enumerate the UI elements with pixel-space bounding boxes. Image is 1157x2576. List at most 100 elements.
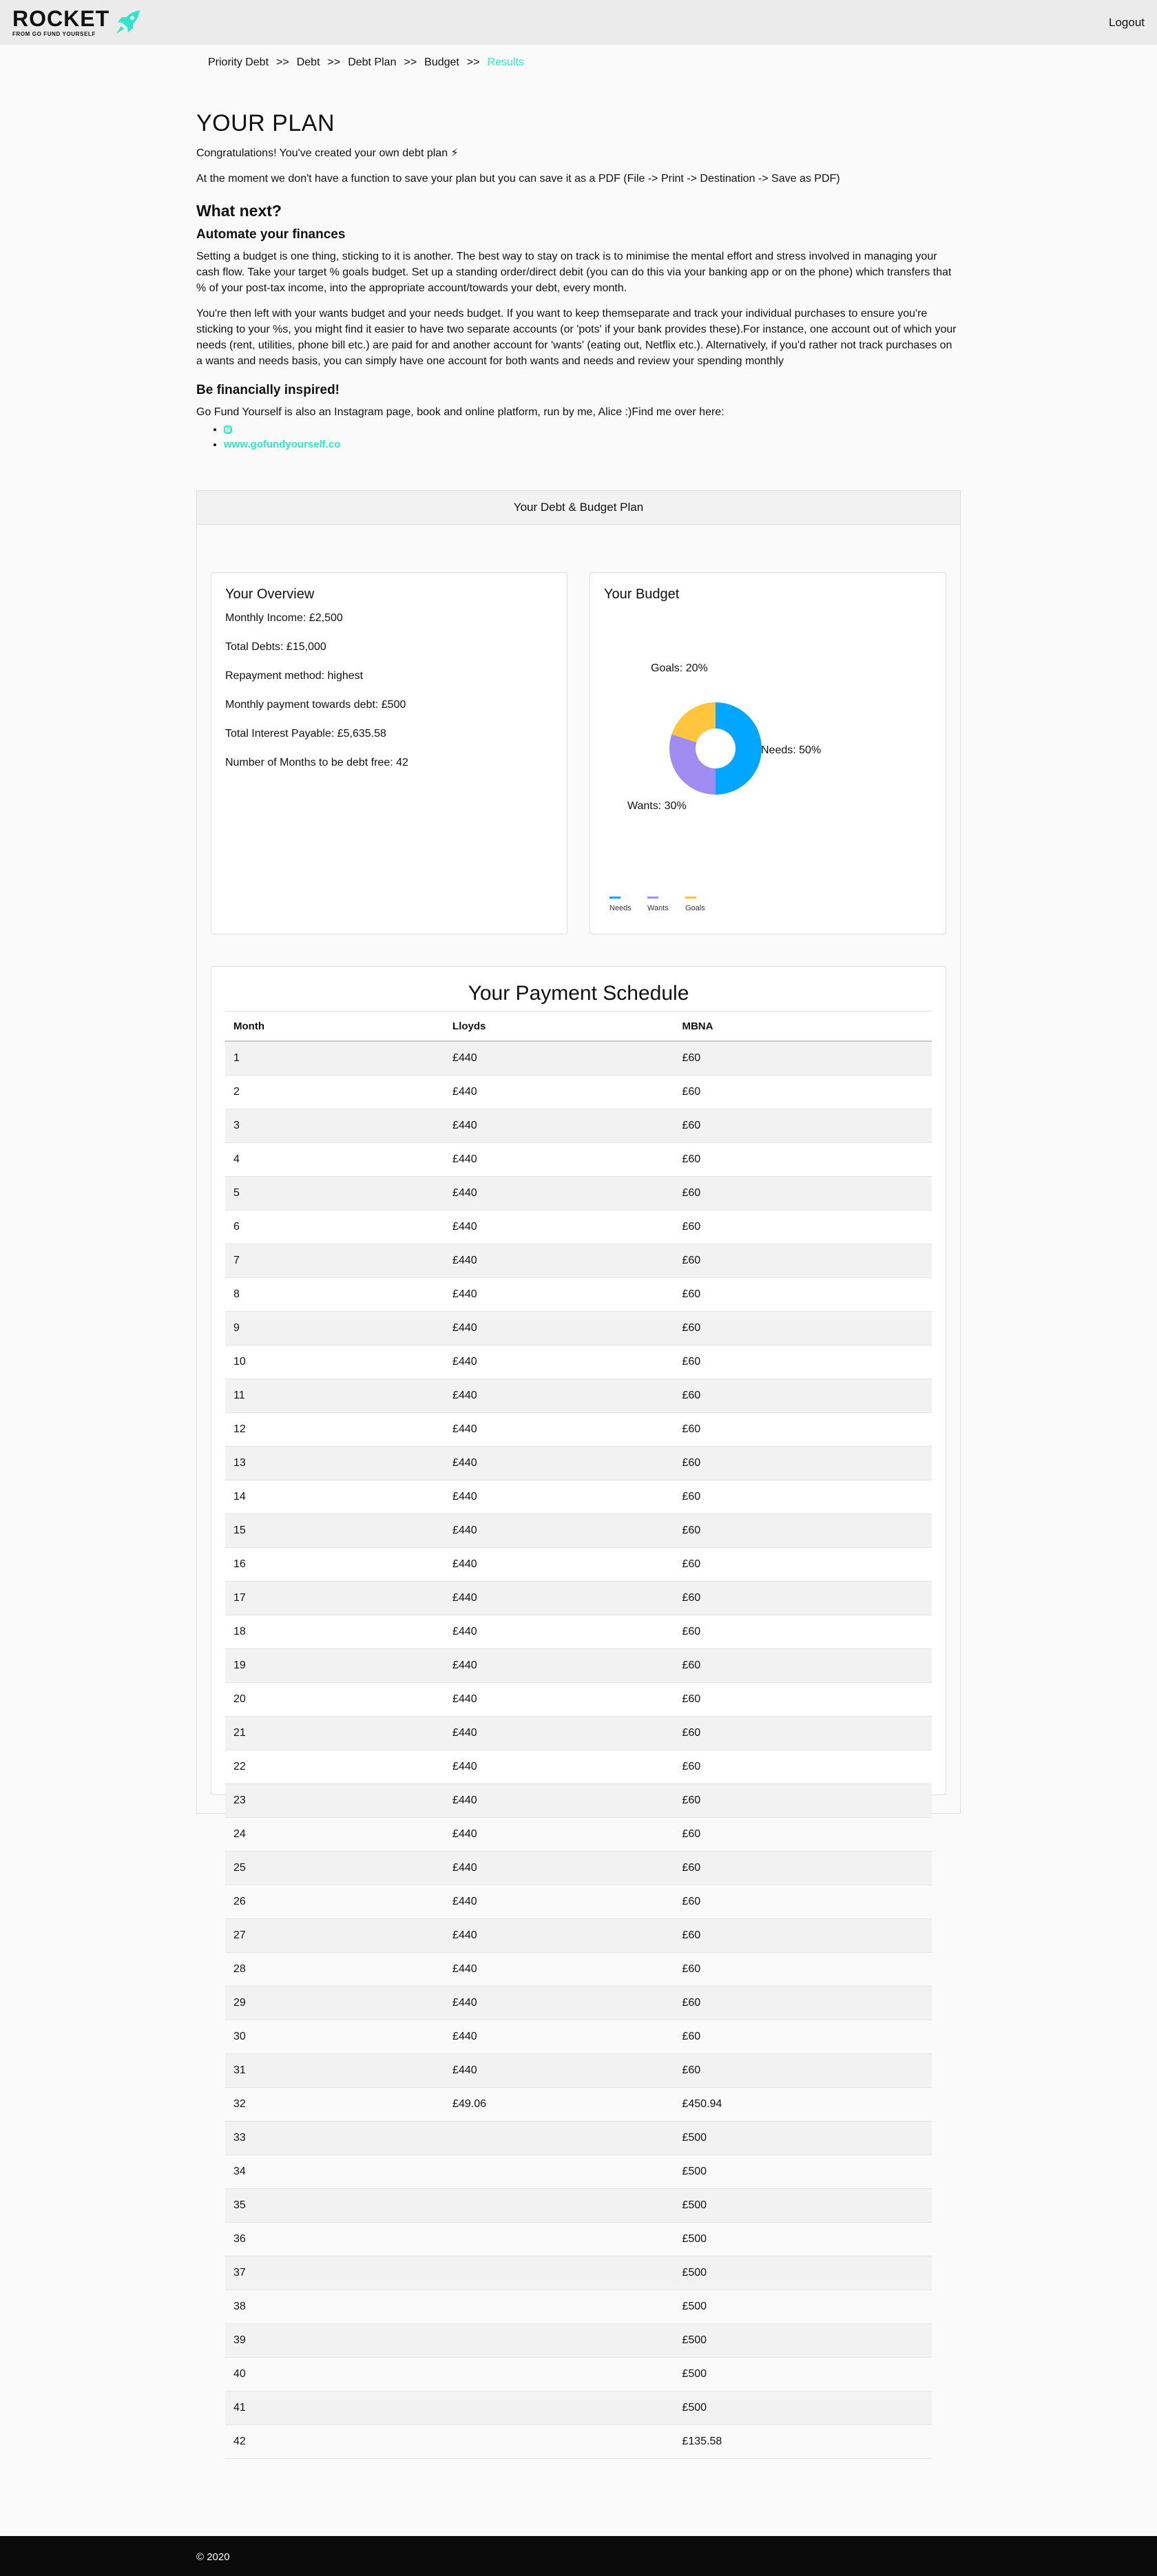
table-row: 19 £440 £60 — [225, 1648, 932, 1683]
plan-panel-header: Your Debt & Budget Plan — [197, 491, 960, 525]
table-row: 24 £440 £60 — [225, 1817, 932, 1852]
month-cell: 27 — [225, 1918, 445, 1953]
lloyds-cell — [444, 2188, 674, 2223]
breadcrumb-results[interactable]: Results — [488, 56, 524, 69]
table-row: 36 £500 — [225, 2222, 932, 2256]
table-row: 29 £440 £60 — [225, 1986, 932, 2020]
lloyds-cell: £440 — [444, 1682, 674, 1717]
mbna-cell: £450.94 — [674, 2087, 932, 2122]
automate-paragraph-1: Setting a budget is one thing, sticking … — [196, 251, 952, 294]
breadcrumb-debt-plan[interactable]: Debt Plan — [348, 56, 396, 69]
mbna-cell: £60 — [674, 1918, 932, 1953]
table-row: 35 £500 — [225, 2188, 932, 2223]
legend-label: Needs — [609, 904, 632, 912]
table-row: 5 £440 £60 — [225, 1176, 932, 1211]
lloyds-cell — [444, 2391, 674, 2425]
page-footer: © 2020 — [0, 2536, 1157, 2576]
mbna-cell: £60 — [674, 1581, 932, 1615]
month-cell: 33 — [225, 2121, 445, 2155]
schedule-title: Your Payment Schedule — [468, 982, 689, 1005]
month-cell: 21 — [225, 1716, 445, 1750]
legend-item-needs[interactable]: Needs — [609, 897, 647, 912]
congrats-text: Congratulations! You've created your own… — [196, 147, 459, 159]
mbna-cell: £60 — [674, 1648, 932, 1683]
legend-swatch — [609, 897, 621, 899]
slice-label-wants: Wants: 30% — [627, 800, 687, 812]
table-row: 22 £440 £60 — [225, 1750, 932, 1784]
logo-tagline: FROM GO FUND YOURSELF — [12, 30, 96, 37]
mbna-cell: £500 — [674, 2290, 932, 2324]
breadcrumb: Priority Debt >> Debt >> Debt Plan >> Bu… — [208, 56, 524, 69]
rocket-icon — [116, 10, 140, 34]
budget-donut-chart: Needs: 50% Wants: 30% Goals: 20% — [627, 662, 821, 812]
mbna-cell: £60 — [674, 1210, 932, 1244]
lloyds-cell: £440 — [444, 1547, 674, 1582]
debt-budget-plan-panel: Your Debt & Budget Plan Your Overview Mo… — [196, 490, 961, 2459]
table-row: 26 £440 £60 — [225, 1885, 932, 1919]
table-row: 32 £49.06 £450.94 — [225, 2087, 932, 2122]
lloyds-cell: £440 — [444, 1142, 674, 1177]
lloyds-cell: £440 — [444, 2020, 674, 2054]
links-list: www.gofundyourself.co — [196, 422, 961, 452]
legend-item-goals[interactable]: Goals — [685, 897, 723, 912]
lloyds-cell: £440 — [444, 1379, 674, 1413]
table-row: 28 £440 £60 — [225, 1952, 932, 1987]
month-cell: 5 — [225, 1176, 445, 1211]
table-row: 8 £440 £60 — [225, 1277, 932, 1312]
lloyds-cell — [444, 2425, 674, 2459]
table-row: 6 £440 £60 — [225, 1210, 932, 1244]
month-cell: 38 — [225, 2290, 445, 2324]
lloyds-cell: £440 — [444, 1109, 674, 1143]
mbna-cell: £500 — [674, 2222, 932, 2256]
table-row: 10 £440 £60 — [225, 1345, 932, 1379]
table-row: 37 £500 — [225, 2256, 932, 2290]
donut-slice-wants[interactable] — [669, 734, 716, 795]
lloyds-cell: £440 — [444, 1986, 674, 2020]
website-link[interactable]: www.gofundyourself.co — [224, 439, 340, 450]
inspired-heading: Be financially inspired! — [196, 383, 340, 397]
legend-swatch — [685, 897, 696, 899]
mbna-cell: £60 — [674, 1176, 932, 1211]
lloyds-cell: £440 — [444, 1750, 674, 1784]
donut-slice-goals[interactable] — [671, 702, 716, 743]
table-row: 14 £440 £60 — [225, 1480, 932, 1514]
donut-slice-needs[interactable] — [716, 702, 762, 795]
breadcrumb-priority-debt[interactable]: Priority Debt — [208, 56, 269, 69]
breadcrumb-separator: >> — [276, 56, 289, 68]
lloyds-cell: £440 — [444, 1783, 674, 1818]
mbna-cell: £135.58 — [674, 2425, 932, 2459]
month-cell: 8 — [225, 1277, 445, 1312]
table-row: 4 £440 £60 — [225, 1142, 932, 1177]
legend-item-wants[interactable]: Wants — [647, 897, 685, 912]
logo-wordmark: ROCKET — [12, 6, 110, 31]
month-cell: 42 — [225, 2425, 445, 2459]
month-cell: 4 — [225, 1142, 445, 1177]
table-row: 31 £440 £60 — [225, 2053, 932, 2088]
table-row: 34 £500 — [225, 2155, 932, 2189]
month-cell: 24 — [225, 1817, 445, 1852]
month-cell: 14 — [225, 1480, 445, 1514]
rocket-logo[interactable]: ROCKET FROM GO FUND YOURSELF — [12, 8, 143, 38]
lloyds-cell: £440 — [444, 1851, 674, 1885]
month-cell: 20 — [225, 1682, 445, 1717]
month-cell: 29 — [225, 1986, 445, 2020]
lloyds-cell — [444, 2222, 674, 2256]
month-cell: 32 — [225, 2087, 445, 2122]
month-cell: 11 — [225, 1379, 445, 1413]
intro-section: YOUR PLAN Congratulations! You've create… — [196, 110, 961, 452]
breadcrumb-budget[interactable]: Budget — [424, 56, 459, 69]
mbna-cell: £60 — [674, 1514, 932, 1548]
month-cell: 19 — [225, 1648, 445, 1683]
lloyds-cell: £440 — [444, 1514, 674, 1548]
logout-link[interactable]: Logout — [1109, 16, 1145, 30]
instagram-link[interactable] — [224, 423, 232, 435]
table-row: 18 £440 £60 — [225, 1615, 932, 1649]
chart-legend: Needs Wants Goals — [609, 897, 723, 912]
month-cell: 36 — [225, 2222, 445, 2256]
lloyds-cell: £440 — [444, 1277, 674, 1312]
table-row: 25 £440 £60 — [225, 1851, 932, 1885]
breadcrumb-separator: >> — [404, 56, 417, 68]
breadcrumb-debt[interactable]: Debt — [297, 56, 320, 69]
legend-label: Goals — [685, 904, 705, 912]
month-cell: 40 — [225, 2357, 445, 2391]
